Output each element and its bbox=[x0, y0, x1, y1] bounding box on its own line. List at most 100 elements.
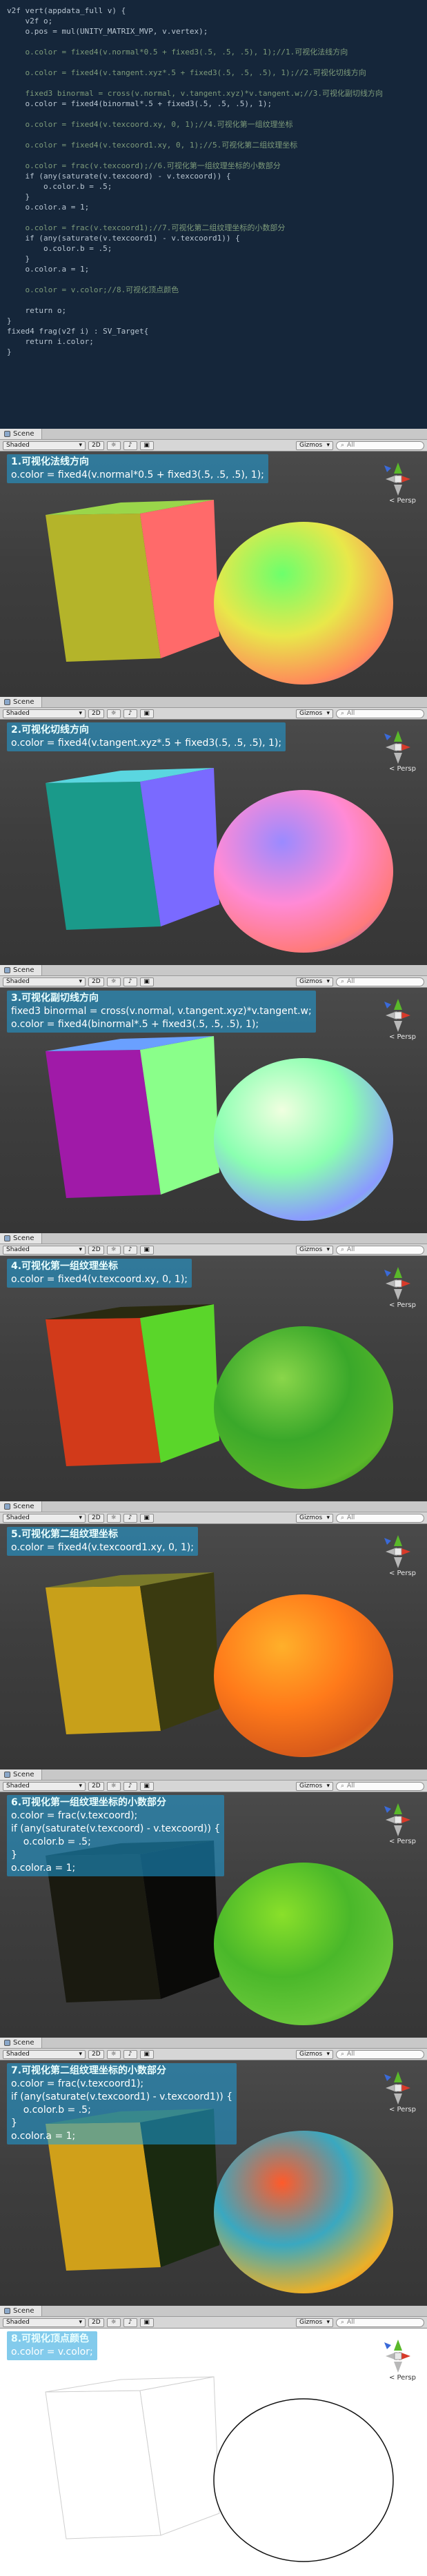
tab-scene[interactable]: Scene bbox=[0, 1769, 42, 1780]
mode-2d-toggle[interactable]: 2D bbox=[88, 1781, 104, 1791]
gizmos-dropdown[interactable]: Gizmos ▾ bbox=[296, 1245, 333, 1255]
orientation-gizmo-icon[interactable] bbox=[379, 724, 417, 767]
gizmos-dropdown[interactable]: Gizmos ▾ bbox=[296, 440, 333, 450]
scene-render bbox=[45, 2376, 394, 2562]
perspective-label[interactable]: < Persp bbox=[389, 1570, 416, 1577]
gizmos-dropdown[interactable]: Gizmos ▾ bbox=[296, 1513, 333, 1523]
scene-viewport[interactable]: 7.可视化第二组纹理坐标的小数部分 o.color = frac(v.texcoo… bbox=[0, 2060, 427, 2306]
lighting-toggle[interactable]: ☼ bbox=[106, 709, 121, 718]
mode-2d-toggle[interactable]: 2D bbox=[88, 1245, 104, 1255]
code-line: fixed3 binormal = cross(v.normal, v.tang… bbox=[7, 89, 383, 98]
scene-viewport[interactable]: 8.可视化顶点颜色 o.color = v.color; < Persp bbox=[0, 2329, 427, 2574]
perspective-label[interactable]: < Persp bbox=[389, 1838, 416, 1845]
tab-scene[interactable]: Scene bbox=[0, 429, 42, 439]
lighting-toggle[interactable]: ☼ bbox=[106, 977, 121, 986]
mode-2d-toggle[interactable]: 2D bbox=[88, 440, 104, 450]
shading-mode-dropdown[interactable]: Shaded ▾ bbox=[3, 709, 86, 718]
search-placeholder: All bbox=[347, 441, 355, 449]
lighting-toggle[interactable]: ☼ bbox=[106, 1245, 121, 1255]
shading-mode-dropdown[interactable]: Shaded ▾ bbox=[3, 2318, 86, 2327]
lighting-toggle[interactable]: ☼ bbox=[106, 2049, 121, 2059]
lighting-toggle[interactable]: ☼ bbox=[106, 1513, 121, 1523]
orientation-gizmo-icon[interactable] bbox=[379, 1796, 417, 1839]
gizmos-dropdown[interactable]: Gizmos ▾ bbox=[296, 2049, 333, 2059]
gizmos-dropdown[interactable]: Gizmos ▾ bbox=[296, 2318, 333, 2327]
shading-mode-dropdown[interactable]: Shaded ▾ bbox=[3, 440, 86, 450]
scene-viewport[interactable]: 3.可视化副切线方向 fixed3 binormal = cross(v.norm… bbox=[0, 988, 427, 1233]
scene-viewport[interactable]: 6.可视化第一组纹理坐标的小数部分 o.color = frac(v.texcoo… bbox=[0, 1792, 427, 2038]
mode-2d-toggle[interactable]: 2D bbox=[88, 2049, 104, 2059]
image-icon: ▣ bbox=[143, 1514, 150, 1521]
effects-dropdown[interactable]: ▣ bbox=[139, 1513, 154, 1523]
lighting-toggle[interactable]: ☼ bbox=[106, 2318, 121, 2327]
effects-dropdown[interactable]: ▣ bbox=[139, 2049, 154, 2059]
search-input[interactable]: ⌕ All bbox=[336, 1513, 424, 1523]
perspective-label[interactable]: < Persp bbox=[389, 2106, 416, 2113]
scene-viewport[interactable]: 5.可视化第二组纹理坐标 o.color = fixed4(v.texcoord1… bbox=[0, 1524, 427, 1769]
mode-2d-toggle[interactable]: 2D bbox=[88, 1513, 104, 1523]
audio-toggle[interactable]: ♪ bbox=[123, 1781, 137, 1791]
search-input[interactable]: ⌕ All bbox=[336, 1781, 424, 1791]
orientation-gizmo-icon[interactable] bbox=[379, 1528, 417, 1571]
gizmos-dropdown[interactable]: Gizmos ▾ bbox=[296, 977, 333, 986]
effects-dropdown[interactable]: ▣ bbox=[139, 1245, 154, 1255]
mode-2d-toggle[interactable]: 2D bbox=[88, 709, 104, 718]
tab-scene[interactable]: Scene bbox=[0, 697, 42, 707]
effects-dropdown[interactable]: ▣ bbox=[139, 977, 154, 986]
shader-code-block: v2f vert(appdata_full v) { v2f o; o.pos … bbox=[0, 0, 427, 429]
scene-tabbar: Scene bbox=[0, 697, 427, 708]
shading-mode-dropdown[interactable]: Shaded ▾ bbox=[3, 1245, 86, 1255]
perspective-label[interactable]: < Persp bbox=[389, 497, 416, 505]
perspective-label[interactable]: < Persp bbox=[389, 1033, 416, 1041]
tab-scene-label: Scene bbox=[13, 1235, 34, 1242]
tab-scene[interactable]: Scene bbox=[0, 2306, 42, 2316]
mode-2d-toggle[interactable]: 2D bbox=[88, 977, 104, 986]
mode-2d-toggle[interactable]: 2D bbox=[88, 2318, 104, 2327]
effects-dropdown[interactable]: ▣ bbox=[139, 1781, 154, 1791]
shading-mode-dropdown[interactable]: Shaded ▾ bbox=[3, 1781, 86, 1791]
effects-dropdown[interactable]: ▣ bbox=[139, 440, 154, 450]
audio-toggle[interactable]: ♪ bbox=[123, 2318, 137, 2327]
perspective-label[interactable]: < Persp bbox=[389, 2374, 416, 2382]
tab-scene[interactable]: Scene bbox=[0, 1501, 42, 1512]
effects-dropdown[interactable]: ▣ bbox=[139, 2318, 154, 2327]
orientation-gizmo-icon[interactable] bbox=[379, 2333, 417, 2375]
search-icon: ⌕ bbox=[341, 1246, 345, 1253]
tab-scene[interactable]: Scene bbox=[0, 2038, 42, 2048]
audio-toggle[interactable]: ♪ bbox=[123, 1513, 137, 1523]
perspective-label[interactable]: < Persp bbox=[389, 765, 416, 773]
orientation-gizmo-icon[interactable] bbox=[379, 2065, 417, 2107]
search-input[interactable]: ⌕ All bbox=[336, 709, 424, 718]
tab-scene[interactable]: Scene bbox=[0, 965, 42, 975]
tab-scene[interactable]: Scene bbox=[0, 1233, 42, 1244]
scene-viewport[interactable]: 2.可视化切线方向 o.color = fixed4(v.tangent.xyz*… bbox=[0, 720, 427, 965]
shading-mode-dropdown[interactable]: Shaded ▾ bbox=[3, 1513, 86, 1523]
orientation-gizmo-icon[interactable] bbox=[379, 456, 417, 498]
audio-toggle[interactable]: ♪ bbox=[123, 440, 137, 450]
lighting-toggle[interactable]: ☼ bbox=[106, 1781, 121, 1791]
audio-toggle[interactable]: ♪ bbox=[123, 977, 137, 986]
perspective-label[interactable]: < Persp bbox=[389, 1301, 416, 1309]
shading-mode-dropdown[interactable]: Shaded ▾ bbox=[3, 2049, 86, 2059]
scene-icon bbox=[4, 1235, 10, 1241]
search-input[interactable]: ⌕ All bbox=[336, 1245, 424, 1255]
shading-mode-dropdown[interactable]: Shaded ▾ bbox=[3, 977, 86, 986]
audio-toggle[interactable]: ♪ bbox=[123, 709, 137, 718]
orientation-gizmo-icon[interactable] bbox=[379, 1260, 417, 1303]
effects-dropdown[interactable]: ▣ bbox=[139, 709, 154, 718]
audio-toggle[interactable]: ♪ bbox=[123, 2049, 137, 2059]
gizmos-dropdown[interactable]: Gizmos ▾ bbox=[296, 709, 333, 718]
gizmos-dropdown[interactable]: Gizmos ▾ bbox=[296, 1781, 333, 1791]
audio-toggle[interactable]: ♪ bbox=[123, 1245, 137, 1255]
search-input[interactable]: ⌕ All bbox=[336, 2318, 424, 2327]
scene-viewport[interactable]: 1.可视化法线方向 o.color = fixed4(v.normal*0.5 +… bbox=[0, 452, 427, 697]
lighting-toggle[interactable]: ☼ bbox=[106, 440, 121, 450]
search-input[interactable]: ⌕ All bbox=[336, 977, 424, 986]
orientation-gizmo-icon[interactable] bbox=[379, 992, 417, 1035]
search-input[interactable]: ⌕ All bbox=[336, 2049, 424, 2059]
sun-icon: ☼ bbox=[110, 2050, 117, 2058]
search-input[interactable]: ⌕ All bbox=[336, 440, 424, 450]
scene-viewport[interactable]: 4.可视化第一组纹理坐标 o.color = fixed4(v.texcoord.… bbox=[0, 1256, 427, 1501]
